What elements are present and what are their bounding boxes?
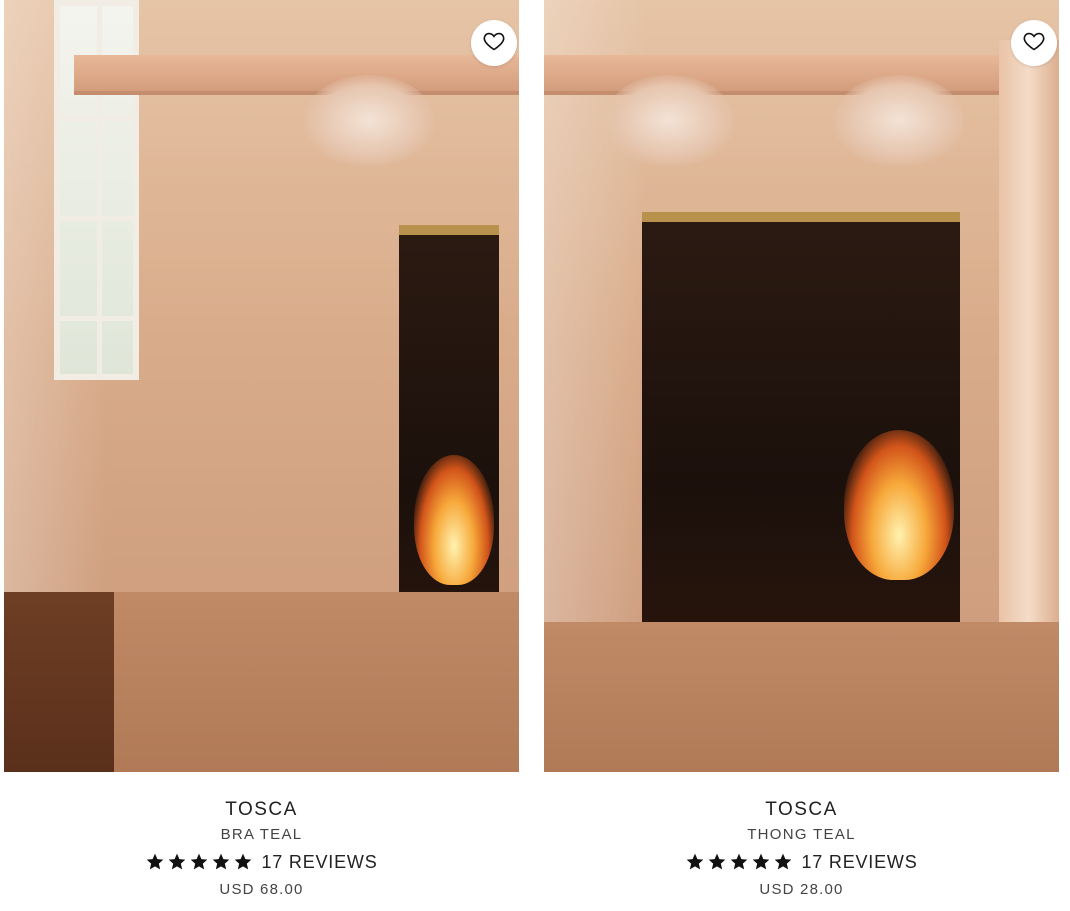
product-rating[interactable]: 17 REVIEWS: [544, 851, 1059, 873]
review-count[interactable]: 17 REVIEWS: [261, 851, 377, 873]
review-count[interactable]: 17 REVIEWS: [801, 851, 917, 873]
star-icon: [753, 853, 770, 870]
star-icon: [687, 853, 704, 870]
favorite-button[interactable]: [471, 20, 517, 66]
mantel-decor: [74, 55, 519, 95]
star-icon: [169, 853, 186, 870]
star-icon: [191, 853, 208, 870]
product-image[interactable]: [4, 0, 519, 772]
wood-floor-decor: [4, 592, 114, 772]
product-info: TOSCA THONG TEAL 17 REVIEWS USD 28.00: [544, 772, 1059, 900]
star-icon: [213, 853, 230, 870]
product-card[interactable]: TOSCA BRA TEAL 17 REVIEWS USD 68.00: [4, 0, 519, 900]
product-card[interactable]: TOSCA THONG TEAL 17 REVIEWS USD 28.00: [544, 0, 1059, 900]
favorite-button[interactable]: [1011, 20, 1057, 66]
floor-decor: [544, 622, 1059, 772]
product-rating[interactable]: 17 REVIEWS: [4, 851, 519, 873]
star-icon: [731, 853, 748, 870]
star-rating: [145, 852, 253, 872]
product-price: USD 28.00: [759, 881, 844, 898]
product-info: TOSCA BRA TEAL 17 REVIEWS USD 68.00: [4, 772, 519, 900]
carving-decor: [834, 75, 964, 165]
product-name[interactable]: TOSCA: [544, 798, 1059, 822]
fire-decor: [414, 455, 494, 585]
heart-outline-icon: [1022, 29, 1046, 58]
product-name[interactable]: TOSCA: [4, 798, 519, 822]
star-icon: [709, 853, 726, 870]
product-variant: THONG TEAL: [747, 826, 856, 843]
heart-outline-icon: [482, 29, 506, 58]
pillar-decor: [999, 40, 1059, 712]
carving-decor: [304, 75, 434, 165]
star-icon: [235, 853, 252, 870]
product-price: USD 68.00: [219, 881, 304, 898]
star-icon: [775, 853, 792, 870]
carving-decor: [604, 75, 734, 165]
star-rating: [685, 852, 793, 872]
fire-decor: [844, 430, 954, 580]
product-variant: BRA TEAL: [220, 826, 303, 843]
product-image[interactable]: [544, 0, 1059, 772]
star-icon: [147, 853, 164, 870]
product-grid: TOSCA BRA TEAL 17 REVIEWS USD 68.00 TOSC…: [0, 0, 1070, 911]
